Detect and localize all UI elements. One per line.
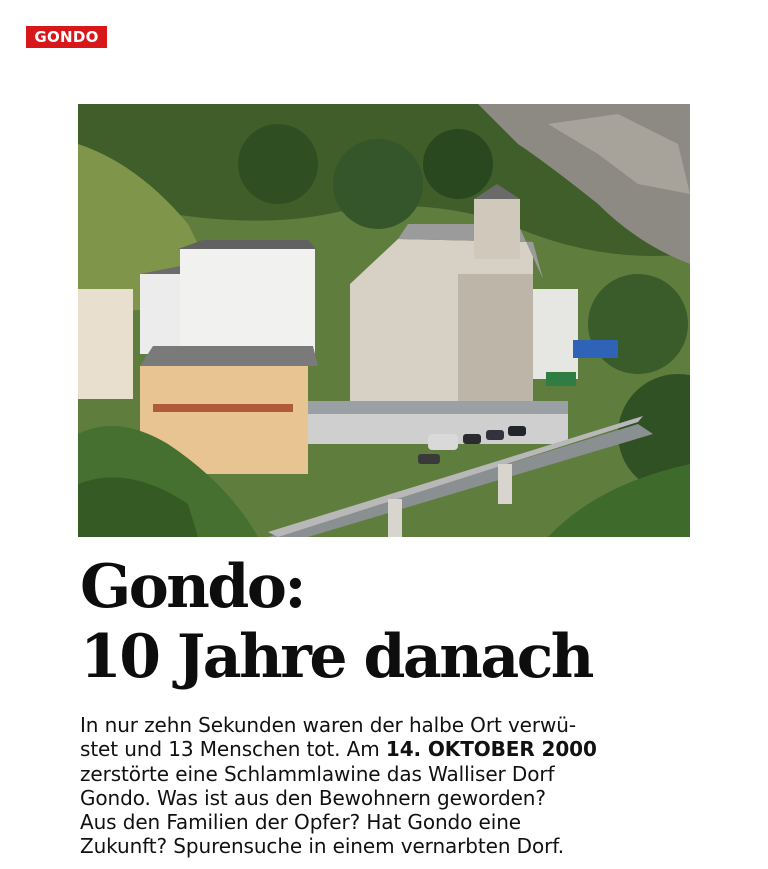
lead-paragraph: In nur zehn Sekunden waren der halbe Ort… [80, 713, 720, 859]
headline-line-1: Gondo: [80, 552, 307, 622]
headline: Gondo: 10 Jahre danach [80, 552, 740, 692]
village-photo [78, 104, 690, 537]
headline-line-2: 10 Jahre danach [80, 622, 594, 692]
lead-line-6: Zukunft? Spurensuche in einem vernarbten… [80, 834, 564, 859]
lead-line-2: stet und 13 Menschen tot. Am 14. OKTOBER… [80, 737, 720, 761]
lead-line-3: zerstörte eine Schlammlawine das Wallise… [80, 761, 555, 786]
lead-line-4: Gondo. Was ist aus den Bewohnern geworde… [80, 785, 546, 810]
lead-line-2-text: stet und 13 Menschen tot. Am [80, 737, 386, 762]
section-tag: GONDO [26, 26, 107, 48]
lead-line-5: Aus den Familien der Opfer? Hat Gondo ei… [80, 810, 521, 835]
lead-line-1: In nur zehn Sekunden waren der halbe Ort… [80, 713, 576, 737]
lead-date-highlight: 14. OKTOBER 2000 [385, 737, 597, 762]
